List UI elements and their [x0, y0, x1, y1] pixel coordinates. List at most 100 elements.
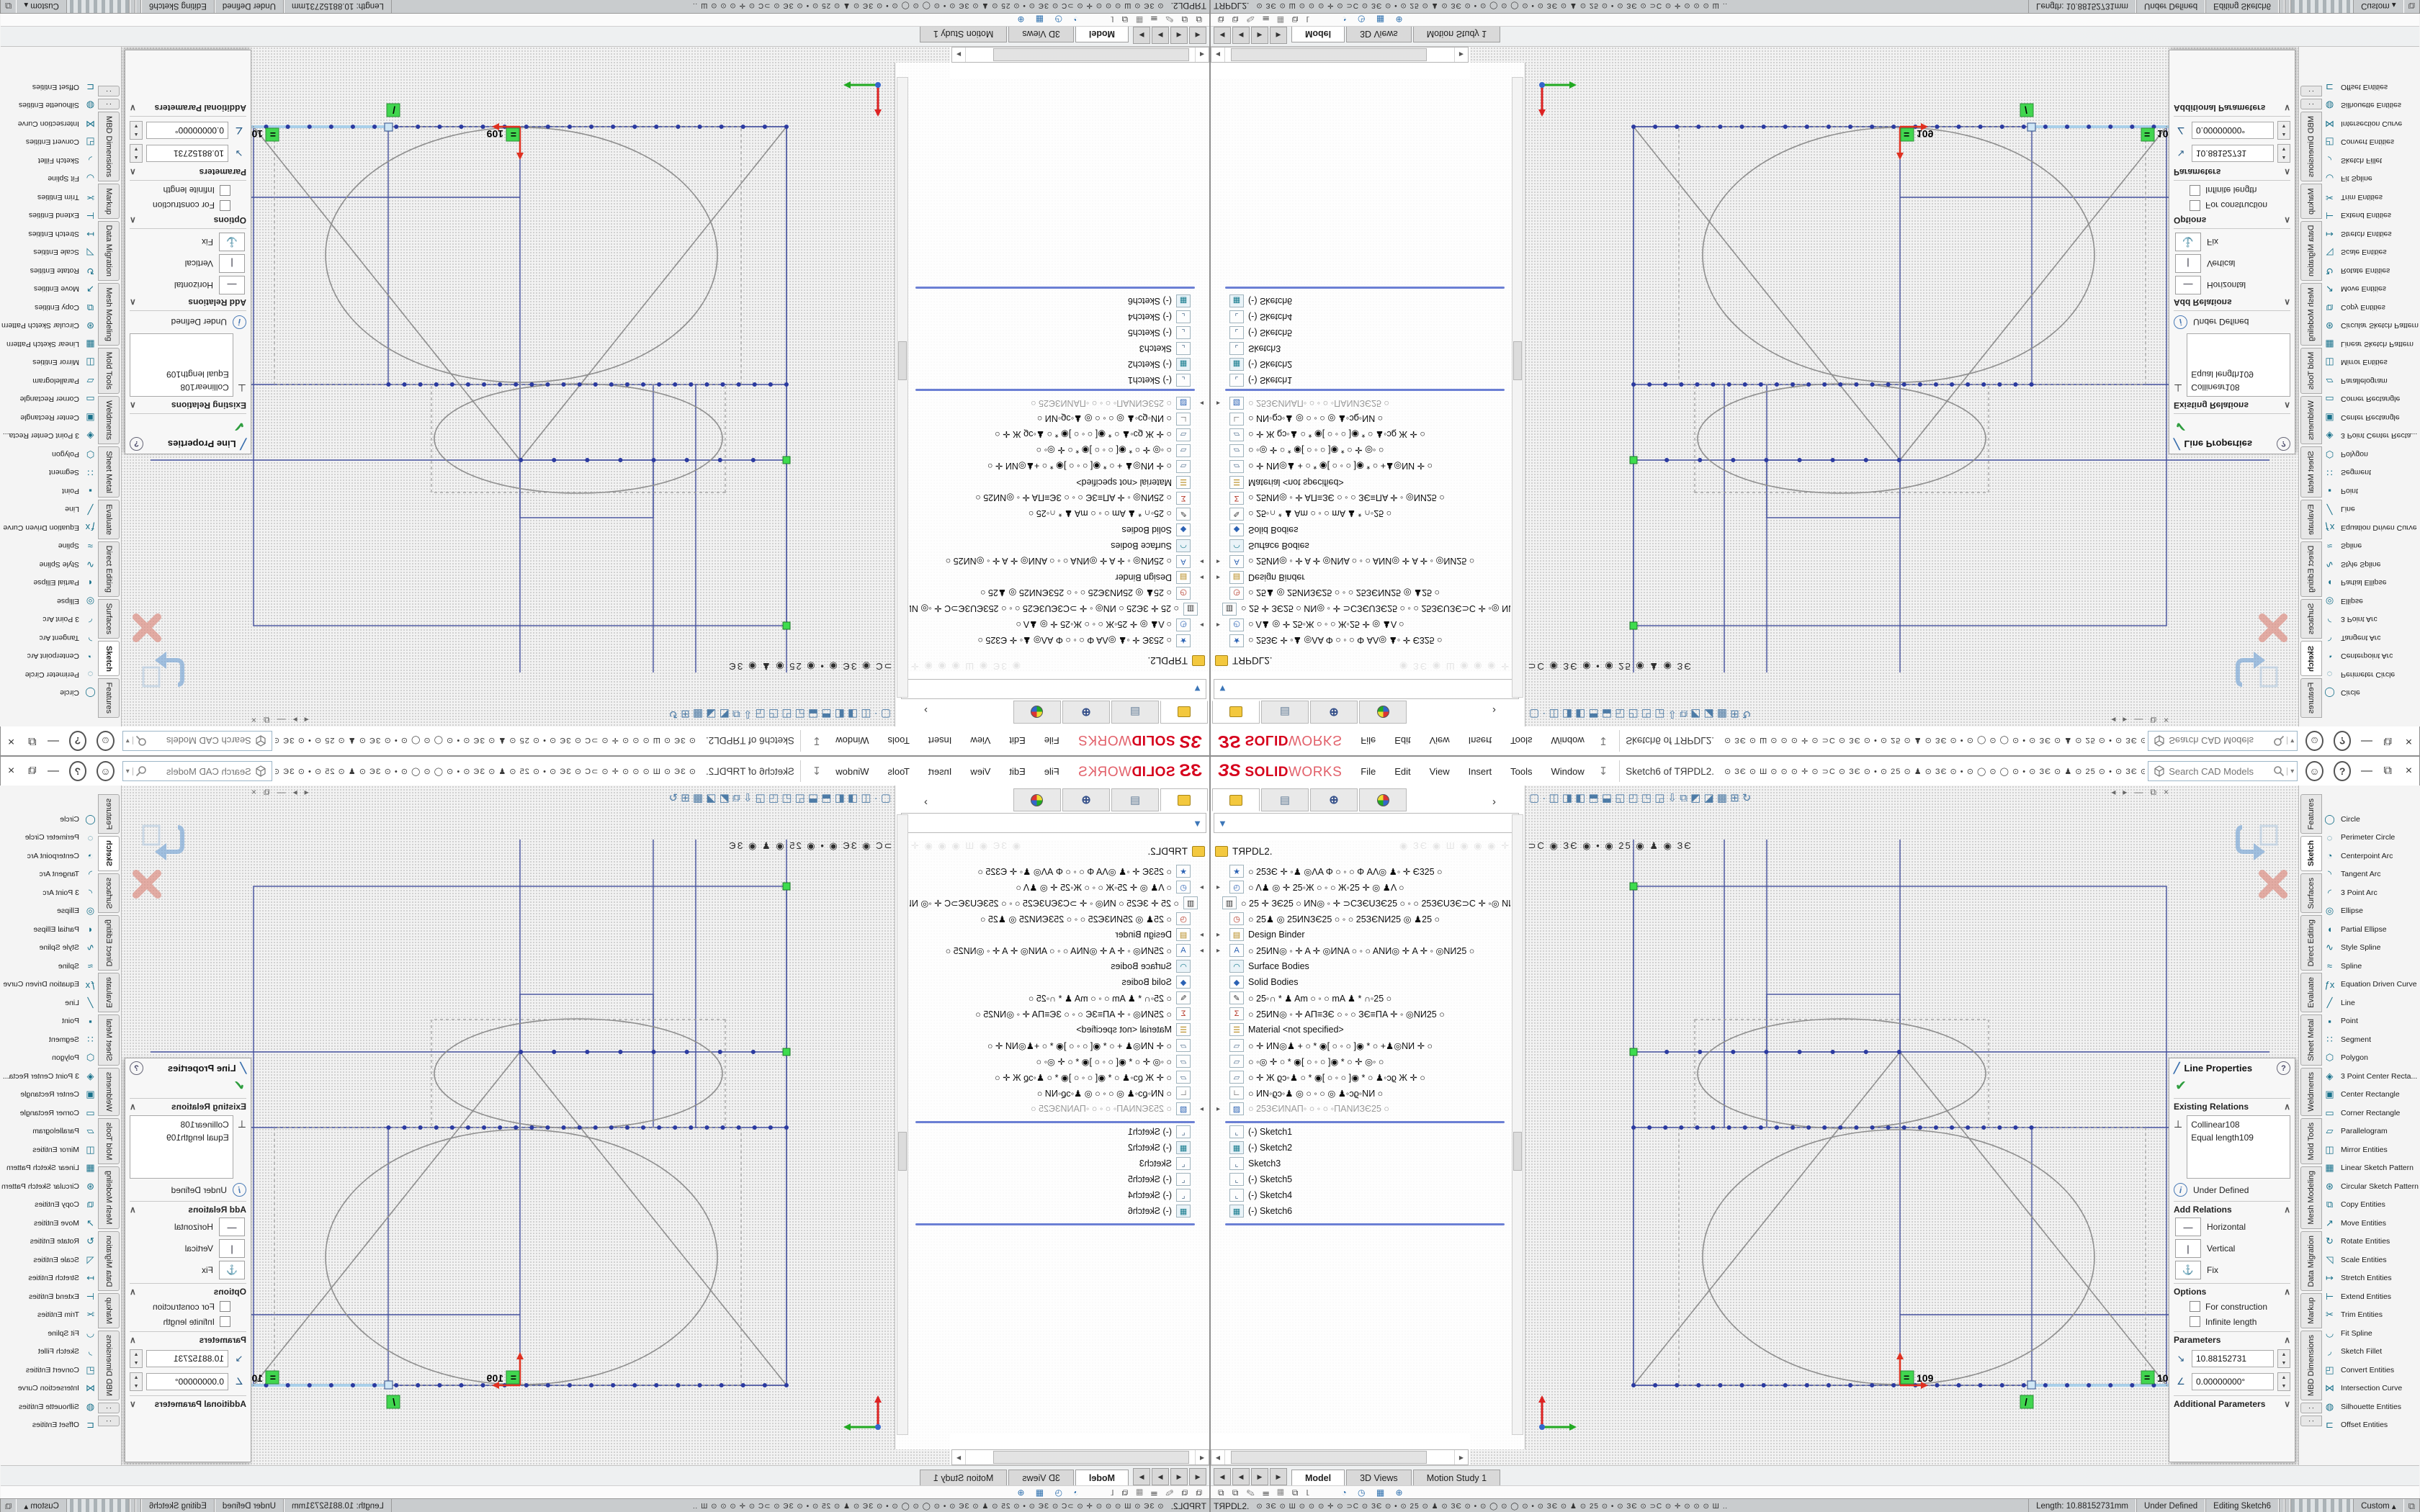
tree-filter-input[interactable]: ▼ — [1214, 679, 1519, 699]
doc-minimize-icon[interactable]: — — [2134, 714, 2143, 725]
tree-item-sketch[interactable]: ▦ (-) Sketch2 — [910, 1140, 1209, 1156]
status-unit-selector[interactable]: Custom ▴ — [16, 0, 67, 13]
command-tab[interactable]: Surfaces — [98, 599, 120, 639]
checkbox[interactable] — [220, 1301, 230, 1312]
sketch-tool[interactable]: ∿ Style Spline — [2323, 939, 2419, 958]
search-icon[interactable] — [2273, 765, 2285, 777]
standard-toolbar-icons[interactable]: ⊙ ЗЄ ⊙ Ш ⊙ ⊙ ⊙ ✛ ⊙ ⊃C ⊙ ЗЄ ⊙ • ⊙ 25 ⊙ ♟ … — [275, 737, 696, 746]
tab-nav-icon[interactable]: ▶ — [1133, 27, 1150, 44]
sketch-tool[interactable]: ◹ Scale Entities — [1, 243, 97, 262]
spinner-control[interactable]: ▲▼ — [2277, 121, 2290, 140]
solidworks-tag-icon[interactable]: ⧉ — [2404, 1500, 2419, 1512]
tree-root[interactable]: TЯPDL2. — [1215, 655, 1273, 666]
sketch-tool[interactable]: ⊢ Extend Entities — [2323, 1287, 2419, 1306]
sketch-tool[interactable]: ◝ Tangent Arc — [2323, 865, 2419, 884]
menu-item[interactable]: Edit — [1394, 766, 1410, 777]
sketch-tool[interactable]: ◍ Silhouette Entities — [1, 96, 97, 115]
scroll-right-icon[interactable]: ▶ — [1454, 1450, 1468, 1464]
tree-item-sketch[interactable]: ⌞ (-) Sketch4 — [1211, 1187, 1510, 1203]
tree-item[interactable]: ◠ Surface Bodies — [910, 958, 1209, 974]
spinner-control[interactable]: ▲▼ — [2277, 1372, 2290, 1391]
sketch-tool[interactable]: ▱ Parallelogram — [1, 372, 97, 390]
menu-item[interactable]: View — [1430, 736, 1450, 747]
command-tab[interactable]: Sheet Metal — [98, 446, 120, 498]
scroll-right-icon[interactable]: ▶ — [952, 48, 966, 62]
tree-item[interactable]: ▱ ○ ✛ ИN◎♟ + ○ * ◉[ ○ ◦ ○ ]◉ * ○ +♟◎NИ ✛… — [910, 459, 1209, 474]
restore-button[interactable]: ⧉ — [2378, 734, 2398, 747]
tools-toolbar-icons[interactable]: ◔ ◷ ▦ ⊕ — [1341, 1488, 1407, 1498]
doc-close-icon[interactable]: × — [2164, 714, 2169, 725]
expand-arrow-icon[interactable]: ▸ — [1196, 1105, 1204, 1113]
tree-item-sketch[interactable]: ⌞ (-) Sketch1 — [910, 372, 1209, 388]
tree-item[interactable]: ★ ○ 253Є ✛ ◦♟ ◎ΛA Φ ○ ◦ ○ Φ AΛ◎ ♟◦ ✛ Є32… — [1211, 863, 1510, 879]
section-existing-relations[interactable]: Existing Relations — [171, 400, 246, 410]
menu-item[interactable]: File — [1044, 736, 1059, 747]
tab-configurationmanager[interactable]: ⊕ — [1310, 701, 1358, 724]
horizontal-scrollbar[interactable]: ◀ ▶ — [951, 47, 1209, 63]
relation-button[interactable]: ⚓ — [219, 233, 245, 251]
tree-item[interactable]: ▱ ○ ✛ Ж ϱɔ◦♟ ○ * ◉[ ○ ◦ ○ ]◉ * ○ ♟◦ɔϱ Ж … — [910, 427, 1209, 443]
parameter-value[interactable]: 0.00000000° — [2192, 1373, 2274, 1390]
ok-check-icon[interactable]: ✔ — [2175, 418, 2290, 434]
sketch-tool[interactable]: ▦ Linear Sketch Pattern — [1, 335, 97, 354]
solidworks-tag-icon[interactable]: ⧉ — [1, 0, 16, 12]
relation-button[interactable]: ⚓ — [2175, 233, 2201, 251]
sketch-tool[interactable]: ⊛ Circular Sketch Pattern — [1, 317, 97, 336]
view-toolbar[interactable]: ▢ · ◫ ◨ ◧ ⬒ ⬓ ◱ ◰ ◳ ◲ ⇩ ⧉ ◩ ◪ ▦ ⊞ ↻ — [669, 791, 892, 804]
menu-item[interactable]: Edit — [1009, 766, 1025, 777]
document-tab[interactable]: 3D Views — [1008, 26, 1074, 42]
tree-filter-input[interactable]: ▼ — [1214, 813, 1519, 833]
command-tab[interactable]: Features — [2300, 678, 2322, 718]
command-tab[interactable]: Mold Tools — [2300, 348, 2322, 394]
sketch-tool[interactable]: ▣ Center Rectangle — [1, 408, 97, 427]
tab-nav-icon[interactable]: ▶ — [1152, 27, 1169, 44]
command-tab[interactable]: Features — [98, 678, 120, 718]
tree-item[interactable]: ▱ ○ ◦◎ ✛ ○ * ◉[ ○ ◦ ○ ]◉ * ○ ✛ ◎◦ ○ — [1211, 443, 1510, 459]
tab-nav-icon[interactable]: ▶ — [1251, 1468, 1268, 1485]
tree-item[interactable]: ∟ ○ ИN◦ϱɔ◦♟ ◎ ○ ◦ ○ ◎ ♟◦ɔϱ◦NИ ○ — [1211, 1085, 1510, 1101]
doc-minimize-icon[interactable]: — — [2134, 787, 2143, 798]
command-tab[interactable]: Surfaces — [2300, 599, 2322, 639]
annotation-toolbar-icons[interactable]: ⧉ ⧉ ✎ ☰ ▦ ⧉ ⌊ — [1108, 14, 1202, 25]
tab-nav-icon[interactable]: ◀ — [1214, 1468, 1231, 1485]
tab-nav-icon[interactable]: ◀ — [1170, 27, 1188, 44]
document-tab[interactable]: Model — [1291, 26, 1345, 42]
sketch-tool[interactable]: ◡ Fit Spline — [1, 170, 97, 189]
sketch-tool[interactable]: ◜ 3 Point Arc — [1, 883, 97, 902]
sketch-tool[interactable]: ◝ Tangent Arc — [2323, 629, 2419, 647]
tab-propertymanager[interactable]: ▤ — [1111, 788, 1159, 811]
tab-propertymanager[interactable]: ▤ — [1111, 701, 1159, 724]
sketch-tool[interactable]: ▦ Linear Sketch Pattern — [1, 1159, 97, 1178]
search-input[interactable] — [149, 765, 253, 778]
section-options[interactable]: Options — [214, 1287, 246, 1297]
parameter-value[interactable]: 10.88152731 — [2192, 1350, 2274, 1367]
sketch-tool[interactable]: ◫ Mirror Entities — [1, 1140, 97, 1159]
sketch-tool[interactable]: ✂ Trim Entities — [2323, 1306, 2419, 1325]
document-tab[interactable]: Motion Study 1 — [1413, 26, 1500, 42]
doc-prev-icon[interactable]: ◂ — [2111, 787, 2115, 798]
tree-item-sketch[interactable]: ⌞ (-) Sketch4 — [910, 309, 1209, 325]
menu-item[interactable]: View — [970, 766, 990, 777]
tree-item[interactable]: ∟ ○ ИN◦ϱɔ◦♟ ◎ ○ ◦ ○ ◎ ♟◦ɔϱ◦NИ ○ — [910, 411, 1209, 427]
section-add-relations[interactable]: Add Relations — [188, 297, 246, 307]
tree-item[interactable]: ◠ Surface Bodies — [1211, 538, 1510, 554]
tab-dimxpertmanager[interactable] — [1359, 788, 1407, 811]
account-icon[interactable]: ☺ — [97, 731, 115, 751]
tree-scroll-thumb[interactable] — [1513, 341, 1522, 380]
collapse-icon[interactable]: ∧ — [2284, 297, 2290, 307]
view-toolbar-icons[interactable]: ▢ · ◫ ◨ ◧ ⬒ ⬓ ◱ ◰ ◳ ◲ ⇩ ⧉ ◩ ◪ ▦ ⊞ ↻ — [669, 791, 892, 804]
sketch-tool[interactable]: ≈ Spline — [2323, 957, 2419, 976]
sketch-tool[interactable]: ⋈ Intersection Curve — [2323, 114, 2419, 133]
command-tab[interactable]: Sheet Metal — [98, 1014, 120, 1066]
document-tab[interactable]: 3D Views — [1346, 26, 1412, 42]
relations-listbox[interactable]: Collinear108Equal length109 — [130, 1115, 233, 1179]
sketch-tool[interactable]: ⋈ Intersection Curve — [1, 1380, 97, 1398]
account-icon[interactable]: ☺ — [2305, 731, 2323, 751]
expand-icon[interactable]: ∨ — [130, 103, 136, 113]
scroll-track[interactable] — [1225, 48, 1454, 62]
sketch-tool[interactable]: ◜ 3 Point Arc — [1, 611, 97, 629]
expand-arrow-icon[interactable]: ▸ — [1196, 621, 1204, 629]
sketch-tool[interactable]: ▭ Corner Rectangle — [2323, 1104, 2419, 1122]
document-tab[interactable]: 3D Views — [1346, 1470, 1412, 1486]
tree-item[interactable]: ◷ ○ 25♟ ◎ 25ИNЗЄ25 ○ ◦ ○ 25ЗЄNИ25 ◎ ♟25 … — [910, 585, 1209, 601]
